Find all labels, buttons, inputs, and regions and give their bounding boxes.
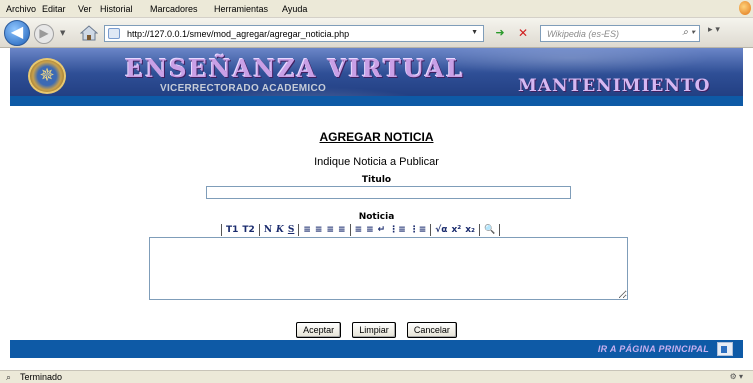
menu-historial[interactable]: Historial bbox=[100, 4, 133, 14]
form-instruction: Indique Noticia a Publicar bbox=[314, 156, 439, 168]
menu-editar[interactable]: Editar bbox=[42, 4, 66, 14]
search-input[interactable]: Wikipedia (es-ES) ⌕ ▾ bbox=[540, 25, 700, 42]
search-icon[interactable]: ⌕ ▾ bbox=[682, 27, 695, 38]
go-icon[interactable]: ➜ bbox=[490, 25, 510, 42]
preview-icon[interactable]: 🔍 bbox=[482, 224, 497, 236]
unordered-list-button[interactable]: ⋮≡ bbox=[408, 224, 429, 236]
header-divider bbox=[10, 96, 743, 106]
toolbar-separator bbox=[349, 224, 351, 236]
subscript-button[interactable]: x₂ bbox=[463, 224, 477, 236]
menu-ver[interactable]: Ver bbox=[78, 4, 92, 14]
page-title: AGREGAR NOTICIA bbox=[319, 130, 434, 144]
align-center-button[interactable]: ≡ bbox=[313, 224, 325, 236]
toolbar-separator bbox=[499, 224, 501, 236]
menu-ayuda[interactable]: Ayuda bbox=[282, 4, 307, 14]
heading2-button[interactable]: T2 bbox=[240, 224, 256, 236]
address-url: http://127.0.0.1/smev/mod_agregar/agrega… bbox=[127, 29, 350, 39]
status-search-icon: ⌕ bbox=[6, 372, 12, 382]
indent-button[interactable]: ≡ bbox=[353, 224, 365, 236]
cancel-button[interactable]: Cancelar bbox=[406, 322, 457, 338]
underline-button[interactable]: S bbox=[286, 224, 297, 236]
browser-status-bar: ⌕ Terminado ⚙ ▾ bbox=[0, 370, 753, 383]
status-text: Terminado bbox=[20, 372, 63, 382]
search-placeholder: Wikipedia (es-ES) bbox=[547, 29, 619, 39]
heading1-button[interactable]: T1 bbox=[224, 224, 240, 236]
toolbar-separator bbox=[221, 224, 222, 236]
toolbar-separator bbox=[298, 224, 300, 236]
footer-bar: IR A PÁGINA PRINCIPAL bbox=[10, 340, 743, 358]
align-right-button[interactable]: ≡ bbox=[324, 224, 336, 236]
formula-button[interactable]: √α bbox=[433, 224, 449, 236]
align-left-button[interactable]: ≡ bbox=[301, 224, 313, 236]
menu-archivo[interactable]: Archivo bbox=[6, 4, 36, 14]
toolbar-separator bbox=[258, 224, 260, 236]
accept-button[interactable]: Aceptar bbox=[296, 322, 342, 338]
status-addon-icon[interactable]: ⚙ ▾ bbox=[730, 372, 743, 381]
noticia-label: Noticia bbox=[358, 212, 395, 222]
menu-herramientas[interactable]: Herramientas bbox=[214, 4, 268, 14]
site-subtitle: VICERRECTORADO ACADEMICO bbox=[160, 83, 327, 94]
university-emblem-icon: ✵ bbox=[28, 58, 66, 94]
section-title: MANTENIMIENTO bbox=[518, 76, 711, 96]
noticia-textarea[interactable] bbox=[149, 237, 628, 300]
firefox-logo-icon bbox=[739, 1, 751, 15]
page-icon bbox=[108, 28, 120, 39]
editor-toolbar: T1 T2 N K S ≡ ≡ ≡ ≡ ≡ ≡ ↵ ⋮≡ ⋮≡ √α x² x₂… bbox=[219, 223, 502, 237]
toolbar-separator bbox=[478, 224, 480, 236]
menu-marcadores[interactable]: Marcadores bbox=[150, 4, 198, 14]
superscript-button[interactable]: x² bbox=[449, 224, 463, 236]
justify-button[interactable]: ≡ bbox=[336, 224, 348, 236]
home-page-link[interactable]: IR A PÁGINA PRINCIPAL bbox=[598, 344, 709, 354]
stop-icon[interactable]: ✕ bbox=[514, 25, 532, 42]
bold-button[interactable]: N bbox=[262, 224, 274, 236]
address-bar[interactable]: http://127.0.0.1/smev/mod_agregar/agrega… bbox=[104, 25, 484, 42]
toolbar-separator bbox=[430, 224, 432, 236]
outdent-button[interactable]: ≡ bbox=[364, 224, 376, 236]
browser-menu-bar: Archivo Editar Ver Historial Marcadores … bbox=[0, 0, 753, 18]
back-button[interactable]: ◀ bbox=[4, 20, 30, 46]
clear-button[interactable]: Limpiar bbox=[352, 322, 396, 338]
history-dropdown-icon[interactable]: ▼ bbox=[60, 29, 65, 37]
italic-button[interactable]: K bbox=[274, 224, 286, 236]
exit-door-icon[interactable] bbox=[717, 342, 733, 356]
home-icon[interactable] bbox=[80, 25, 98, 41]
browser-nav-bar: ◀ ▶ ▼ http://127.0.0.1/smev/mod_agregar/… bbox=[0, 18, 753, 48]
form-buttons: Aceptar Limpiar Cancelar bbox=[10, 318, 743, 338]
forward-button[interactable]: ▶ bbox=[34, 24, 54, 44]
line-break-button[interactable]: ↵ bbox=[376, 224, 388, 236]
toolbar-extension-icon[interactable]: ▸ ▾ bbox=[708, 25, 748, 42]
address-dropdown-icon[interactable]: ▼ bbox=[471, 29, 478, 36]
title-label: Titulo bbox=[361, 175, 392, 185]
ordered-list-button[interactable]: ⋮≡ bbox=[387, 224, 408, 236]
title-input[interactable] bbox=[206, 186, 571, 199]
main-content: AGREGAR NOTICIA Indique Noticia a Public… bbox=[10, 106, 743, 340]
site-title: ENSEÑANZA VIRTUAL bbox=[125, 54, 465, 83]
